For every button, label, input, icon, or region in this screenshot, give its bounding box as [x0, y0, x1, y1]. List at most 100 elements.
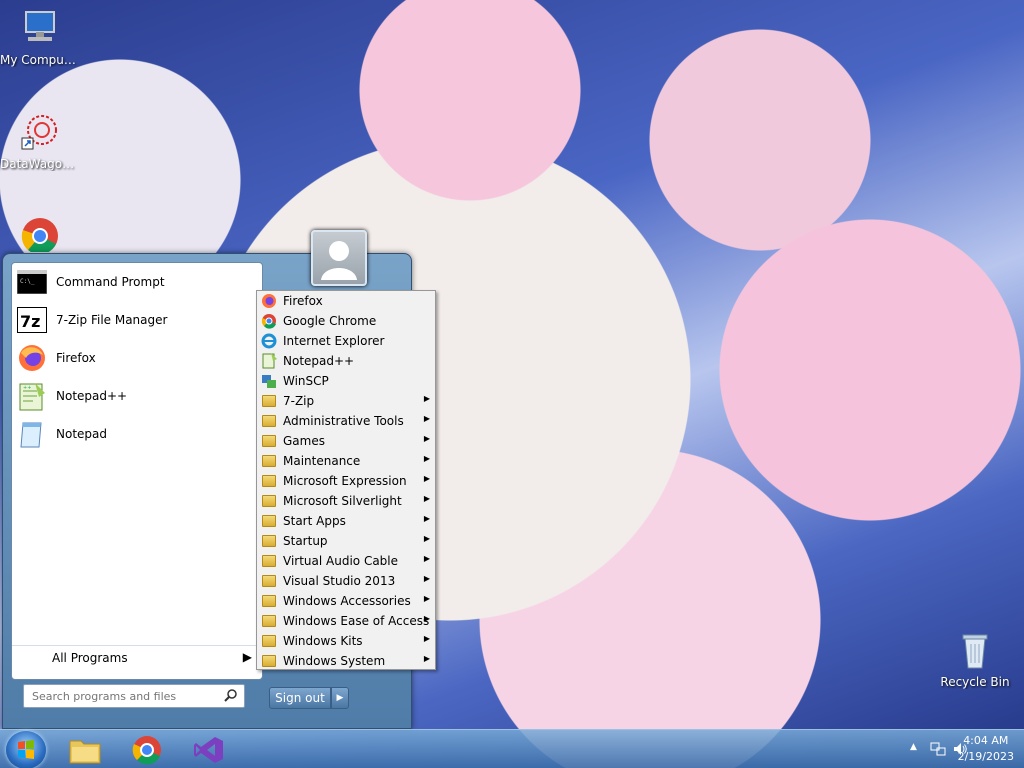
pinned-item-notepadpp[interactable]: ++ Notepad++: [12, 377, 262, 415]
program-folder-start-apps[interactable]: Start Apps ▶: [257, 511, 435, 531]
folder-icon: [261, 433, 277, 449]
program-firefox[interactable]: Firefox: [257, 291, 435, 311]
chevron-right-icon: ▶: [423, 494, 430, 503]
desktop-icon-label: Recycle Bin: [940, 675, 1010, 689]
chevron-right-icon: ▶: [242, 650, 252, 664]
folder-icon: [261, 553, 277, 569]
windows-logo-icon: [18, 740, 34, 759]
all-programs-label: All Programs: [52, 650, 128, 665]
pinned-item-label: Firefox: [56, 351, 96, 365]
chevron-right-icon: ▶: [423, 554, 430, 563]
program-folder-microsoft-expression[interactable]: Microsoft Expression ▶: [257, 471, 435, 491]
program-google-chrome[interactable]: Google Chrome: [257, 311, 435, 331]
program-folder-maintenance[interactable]: Maintenance ▶: [257, 451, 435, 471]
program-label: Notepad++: [283, 354, 355, 368]
program-folder-windows-system[interactable]: Windows System ▶: [257, 651, 435, 671]
start-menu-pinned-pane: C:\_ Command Prompt 7z 7-Zip File Manage…: [11, 262, 263, 680]
pinned-item-command-prompt[interactable]: C:\_ Command Prompt: [12, 263, 262, 301]
program-label: Virtual Audio Cable: [283, 554, 399, 568]
pinned-item-notepad[interactable]: Notepad: [12, 415, 262, 453]
desktop-icon-my-computer[interactable]: My Computer: [0, 8, 80, 67]
chevron-right-icon: ▶: [336, 693, 344, 703]
search-icon: [224, 689, 237, 702]
program-folder-games[interactable]: Games ▶: [257, 431, 435, 451]
program-folder-windows-ease-of-access[interactable]: Windows Ease of Access ▶: [257, 611, 435, 631]
taskbar-visual-studio-button[interactable]: [184, 732, 234, 768]
chrome-icon: [261, 313, 277, 329]
desktop-icon-label: My Computer: [0, 53, 80, 67]
taskbar-chrome-button[interactable]: [122, 732, 172, 768]
show-hidden-icons-button[interactable]: ▲: [910, 742, 917, 752]
program-folder-administrative-tools[interactable]: Administrative Tools ▶: [257, 411, 435, 431]
folder-icon: [261, 533, 277, 549]
system-tray: ▲ 4:04 AM 2/19/2023: [874, 730, 1024, 768]
all-programs-button[interactable]: All Programs ▶: [12, 645, 262, 669]
chevron-right-icon: ▶: [423, 654, 430, 663]
chrome-icon: [21, 218, 58, 252]
pinned-item-label: 7-Zip File Manager: [56, 313, 168, 327]
desktop-icon-datawagon[interactable]: DataWagon...: [0, 112, 80, 171]
program-folder-startup[interactable]: Startup ▶: [257, 531, 435, 551]
program-label: Microsoft Silverlight: [283, 494, 402, 508]
chevron-right-icon: ▶: [423, 634, 430, 643]
chevron-right-icon: ▶: [423, 474, 430, 483]
program-folder-7zip[interactable]: 7-Zip ▶: [257, 391, 435, 411]
program-winscp[interactable]: WinSCP: [257, 371, 435, 391]
desktop-icon-chrome[interactable]: [0, 214, 80, 252]
pinned-item-label: Command Prompt: [56, 275, 165, 289]
start-search-box[interactable]: [23, 684, 245, 708]
clock[interactable]: 4:04 AM 2/19/2023: [958, 733, 1014, 765]
cmd-icon: C:\_: [16, 266, 48, 298]
program-internet-explorer[interactable]: Internet Explorer: [257, 331, 435, 351]
start-button[interactable]: [6, 731, 46, 768]
desktop-icon-recycle-bin[interactable]: Recycle Bin: [935, 630, 1015, 689]
folder-icon: [261, 453, 277, 469]
user-avatar[interactable]: [311, 230, 367, 286]
chevron-right-icon: ▶: [423, 454, 430, 463]
sign-out-label: Sign out: [275, 691, 325, 705]
network-icon[interactable]: [930, 741, 946, 757]
datawagon-shortcut-icon: [21, 115, 57, 150]
user-icon: [321, 241, 357, 280]
program-label: Windows Ease of Access: [283, 614, 430, 628]
program-label: Start Apps: [283, 514, 346, 528]
chevron-right-icon: ▶: [423, 614, 430, 623]
folder-icon: [261, 513, 277, 529]
desktop-icon-label: DataWagon...: [0, 157, 80, 171]
explorer-icon: [69, 740, 101, 764]
program-label: Maintenance: [283, 454, 361, 468]
svg-text:C:\_: C:\_: [20, 278, 35, 285]
chevron-right-icon: ▶: [423, 394, 430, 403]
firefox-icon: [261, 293, 277, 309]
taskbar: ▲ 4:04 AM 2/19/2023: [0, 729, 1024, 768]
notepadpp-icon: ++: [16, 380, 48, 412]
program-folder-windows-accessories[interactable]: Windows Accessories ▶: [257, 591, 435, 611]
program-folder-virtual-audio-cable[interactable]: Virtual Audio Cable ▶: [257, 551, 435, 571]
clock-date: 2/19/2023: [957, 750, 1014, 763]
folder-icon: [261, 393, 277, 409]
search-input[interactable]: [32, 689, 212, 703]
pinned-item-7zip[interactable]: 7z 7-Zip File Manager: [12, 301, 262, 339]
program-label: 7-Zip: [283, 394, 315, 408]
program-folder-microsoft-silverlight[interactable]: Microsoft Silverlight ▶: [257, 491, 435, 511]
chevron-right-icon: ▶: [423, 574, 430, 583]
pinned-item-label: Notepad++: [56, 389, 128, 403]
program-folder-windows-kits[interactable]: Windows Kits ▶: [257, 631, 435, 651]
program-notepadpp[interactable]: Notepad++: [257, 351, 435, 371]
chevron-right-icon: ▶: [423, 514, 430, 523]
firefox-icon: [16, 342, 48, 374]
computer-icon: [25, 11, 55, 41]
program-label: Visual Studio 2013: [283, 574, 396, 588]
program-folder-visual-studio-2013[interactable]: Visual Studio 2013 ▶: [257, 571, 435, 591]
program-label: Microsoft Expression: [283, 474, 407, 488]
folder-icon: [261, 613, 277, 629]
svg-text:++: ++: [23, 385, 31, 391]
taskbar-explorer-button[interactable]: [60, 732, 110, 768]
sign-out-button[interactable]: Sign out: [269, 687, 331, 709]
shutdown-options-button[interactable]: ▶: [331, 687, 349, 709]
chevron-right-icon: ▶: [423, 594, 430, 603]
clock-time: 4:04 AM: [963, 734, 1009, 747]
program-label: Google Chrome: [283, 314, 377, 328]
pinned-item-firefox[interactable]: Firefox: [12, 339, 262, 377]
chevron-right-icon: ▶: [423, 414, 430, 423]
